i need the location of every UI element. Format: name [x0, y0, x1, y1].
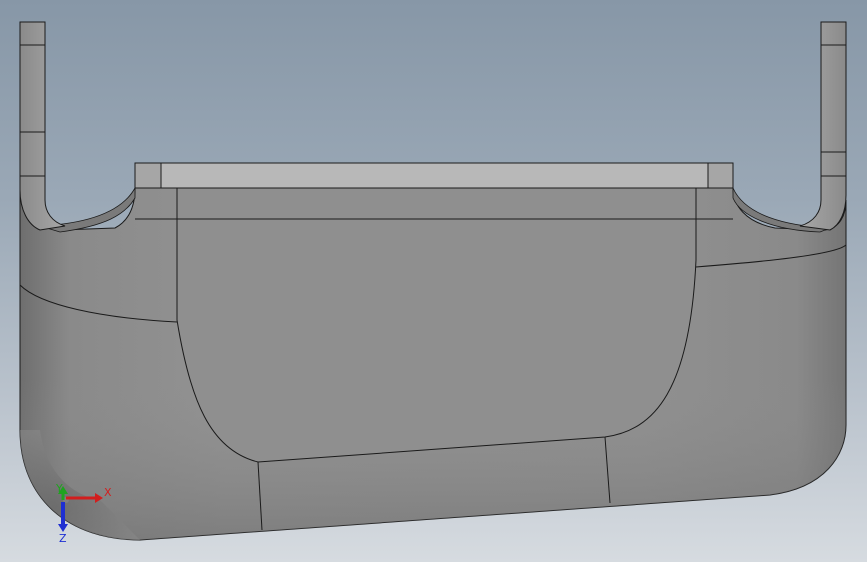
triad-z-label: Z: [59, 532, 67, 545]
triad-y-label: Y: [55, 482, 63, 495]
top-plate-left-end: [134, 162, 162, 189]
right-flange[interactable]: [799, 21, 847, 231]
model-canvas[interactable]: X Y Z: [0, 0, 867, 562]
top-plate-right-end: [707, 162, 734, 189]
center-panel[interactable]: [176, 187, 697, 463]
left-flange[interactable]: [19, 21, 66, 231]
cad-3d-viewport[interactable]: X Y Z: [0, 0, 867, 562]
triad-x-label: X: [104, 486, 112, 499]
triad-z-arrow: [58, 524, 68, 532]
top-plate[interactable]: [134, 162, 734, 189]
